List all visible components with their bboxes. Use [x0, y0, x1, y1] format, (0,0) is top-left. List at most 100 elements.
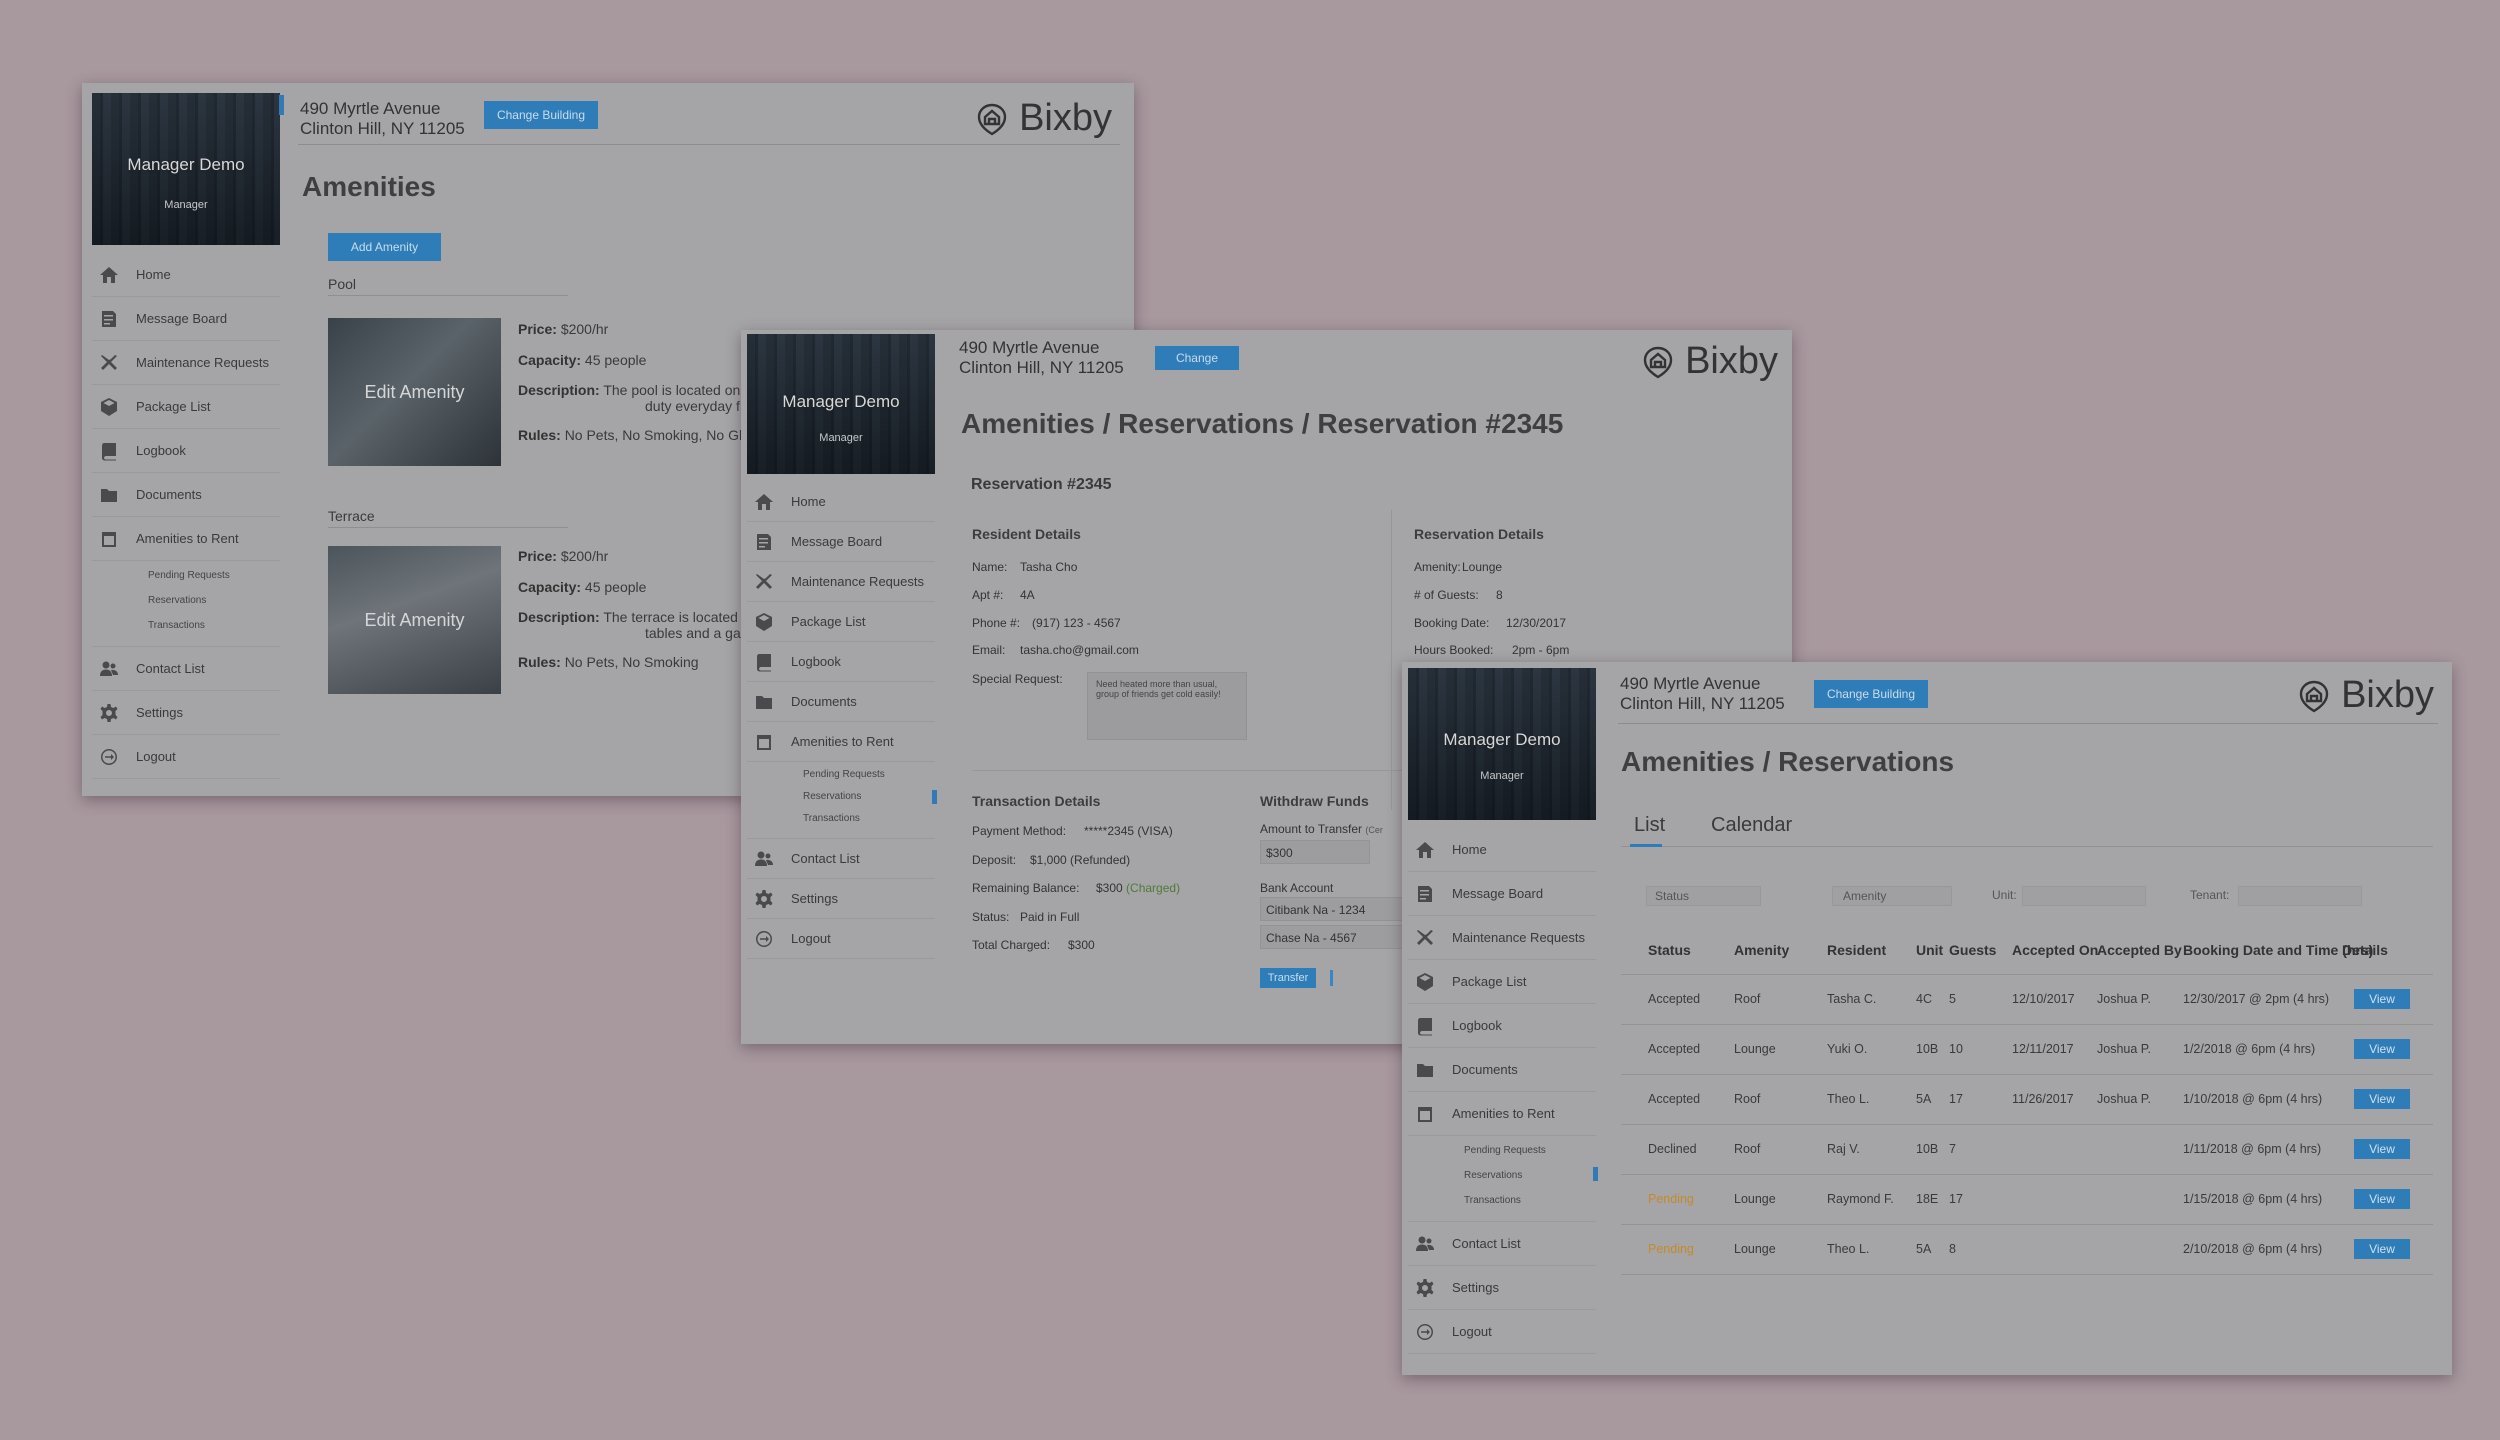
- profile-card[interactable]: Manager Demo Manager: [1408, 668, 1596, 820]
- sidebar-item-package-list[interactable]: Package List: [747, 602, 935, 642]
- sidebar-item-message-board[interactable]: Message Board: [1408, 872, 1596, 916]
- subnav-item-pending[interactable]: Pending Requests: [1464, 1138, 1596, 1163]
- transfer-button[interactable]: Transfer: [1260, 968, 1316, 988]
- price-value: $200/hr: [560, 321, 609, 337]
- bank-option-citibank[interactable]: Citibank Na - 1234: [1260, 897, 1410, 921]
- home-icon: [1414, 840, 1436, 860]
- page-title: Amenities / Reservations / Reservation #…: [961, 408, 1564, 439]
- sidebar-item-logout[interactable]: Logout: [1408, 1310, 1596, 1354]
- column-header[interactable]: Resident: [1827, 942, 1886, 958]
- bank-account-label: Bank Account: [1260, 881, 1334, 895]
- cell-amenity: Roof: [1734, 1092, 1761, 1106]
- sidebar-item-label: Amenities to Rent: [136, 531, 239, 546]
- sidebar-item-maintenance[interactable]: Maintenance Requests: [92, 341, 280, 385]
- view-button[interactable]: View: [2354, 1139, 2410, 1159]
- sidebar-item-amenities[interactable]: Amenities to Rent: [747, 722, 935, 762]
- folder-icon: [98, 485, 120, 505]
- sidebar-item-home[interactable]: Home: [92, 253, 280, 297]
- status-filter[interactable]: Status: [1646, 886, 1761, 906]
- cursor-icon: [1330, 970, 1333, 986]
- subnav-item-transactions[interactable]: Transactions: [1464, 1188, 1596, 1213]
- sidebar-item-maintenance[interactable]: Maintenance Requests: [1408, 916, 1596, 960]
- sidebar-item-amenities[interactable]: Amenities to Rent: [1408, 1092, 1596, 1136]
- building-address: 490 Myrtle Avenue Clinton Hill, NY 11205: [959, 338, 1124, 378]
- capacity-value: 45 people: [584, 579, 647, 595]
- column-header[interactable]: Accepted On: [2012, 942, 2098, 958]
- active-nav-indicator: [932, 790, 937, 804]
- subnav-item-reservations[interactable]: Reservations: [1464, 1163, 1598, 1188]
- column-header[interactable]: Status: [1648, 942, 1691, 958]
- amenities-subnav: Pending Requests Reservations Transactions: [747, 762, 937, 839]
- sidebar-item-logbook[interactable]: Logbook: [747, 642, 935, 682]
- sidebar-item-documents[interactable]: Documents: [747, 682, 935, 722]
- change-building-button[interactable]: Change Building: [484, 101, 598, 129]
- profile-name: Manager Demo: [127, 155, 245, 174]
- sidebar-item-documents[interactable]: Documents: [92, 473, 280, 517]
- subnav-item-pending[interactable]: Pending Requests: [803, 764, 935, 786]
- column-header[interactable]: Details: [2342, 942, 2388, 958]
- sidebar-item-contact-list[interactable]: Contact List: [92, 647, 280, 691]
- sidebar-item-logbook[interactable]: Logbook: [1408, 1004, 1596, 1048]
- sidebar-item-amenities[interactable]: Amenities to Rent: [92, 95, 284, 561]
- sidebar-item-contact-list[interactable]: Contact List: [1408, 1222, 1596, 1266]
- edit-amenity-terrace[interactable]: Edit Amenity: [328, 546, 501, 694]
- subnav-item-transactions[interactable]: Transactions: [148, 613, 280, 638]
- field-value: Paid in Full: [1020, 910, 1080, 924]
- bixby-wordmark: Bixby: [1685, 340, 1778, 382]
- cell-amenity: Roof: [1734, 992, 1761, 1006]
- bank-option-chase[interactable]: Chase Na - 4567: [1260, 925, 1410, 949]
- view-button[interactable]: View: [2354, 1089, 2410, 1109]
- sidebar-item-message-board[interactable]: Message Board: [747, 522, 935, 562]
- column-header[interactable]: Guests: [1949, 942, 1996, 958]
- amenity-filter[interactable]: Amenity: [1832, 886, 1952, 906]
- column-header[interactable]: Amenity: [1734, 942, 1789, 958]
- description-label: Description:: [518, 382, 600, 398]
- tab-list[interactable]: List: [1634, 814, 1665, 837]
- profile-card[interactable]: Manager Demo Manager: [92, 93, 280, 245]
- view-button[interactable]: View: [2354, 1039, 2410, 1059]
- view-button[interactable]: View: [2354, 1189, 2410, 1209]
- sidebar-item-logout[interactable]: Logout: [747, 919, 935, 959]
- edit-amenity-pool[interactable]: Edit Amenity: [328, 318, 501, 466]
- resident-email: Email: tasha.cho@gmail.com: [972, 643, 1139, 657]
- sidebar-item-home[interactable]: Home: [1408, 828, 1596, 872]
- sidebar-item-contact-list[interactable]: Contact List: [747, 839, 935, 879]
- sidebar-item-logbook[interactable]: Logbook: [92, 429, 280, 473]
- field-label: Phone #:: [972, 616, 1021, 630]
- change-building-button[interactable]: Change: [1155, 346, 1239, 370]
- sidebar-item-logout[interactable]: Logout: [92, 735, 280, 779]
- sidebar-item-home[interactable]: Home: [747, 482, 935, 522]
- subnav-item-pending[interactable]: Pending Requests: [148, 563, 280, 588]
- amenity-info-terrace: Price: $200/hr Capacity: 45 people Descr…: [518, 541, 777, 678]
- sidebar-item-label: Logout: [1452, 1324, 1492, 1339]
- subnav-item-transactions[interactable]: Transactions: [803, 808, 935, 830]
- column-header[interactable]: Unit: [1916, 942, 1943, 958]
- sidebar-item-settings[interactable]: Settings: [747, 879, 935, 919]
- change-building-button[interactable]: Change Building: [1814, 680, 1928, 708]
- sidebar-item-maintenance[interactable]: Maintenance Requests: [747, 562, 935, 602]
- sidebar-item-documents[interactable]: Documents: [1408, 1048, 1596, 1092]
- sidebar-item-package-list[interactable]: Package List: [92, 385, 280, 429]
- sidebar-item-message-board[interactable]: Message Board: [92, 297, 280, 341]
- profile-card[interactable]: Manager Demo Manager: [747, 334, 935, 474]
- unit-filter-input[interactable]: [2022, 886, 2146, 906]
- rules-label: Rules:: [518, 654, 561, 670]
- add-amenity-button[interactable]: Add Amenity: [328, 233, 441, 261]
- tenant-filter-input[interactable]: [2238, 886, 2362, 906]
- cell-accepted-by: Joshua P.: [2097, 992, 2151, 1006]
- capacity-value: 45 people: [584, 352, 647, 368]
- sidebar-item-package-list[interactable]: Package List: [1408, 960, 1596, 1004]
- capacity-label: Capacity:: [518, 579, 582, 595]
- amount-input[interactable]: $300: [1260, 840, 1370, 864]
- remaining-balance: Remaining Balance: $300 (Charged): [972, 881, 1180, 895]
- tab-calendar[interactable]: Calendar: [1711, 814, 1792, 837]
- sidebar: Manager Demo Manager Home Message Board Ma…: [92, 93, 284, 796]
- sidebar-item-settings[interactable]: Settings: [92, 691, 280, 735]
- subnav-item-reservations[interactable]: Reservations: [148, 588, 280, 613]
- column-header[interactable]: Accepted By: [2097, 942, 2182, 958]
- view-button[interactable]: View: [2354, 989, 2410, 1009]
- sidebar-item-settings[interactable]: Settings: [1408, 1266, 1596, 1310]
- subnav-item-reservations[interactable]: Reservations: [803, 786, 937, 808]
- description-line: The terrace is located o: [603, 609, 750, 625]
- view-button[interactable]: View: [2354, 1239, 2410, 1259]
